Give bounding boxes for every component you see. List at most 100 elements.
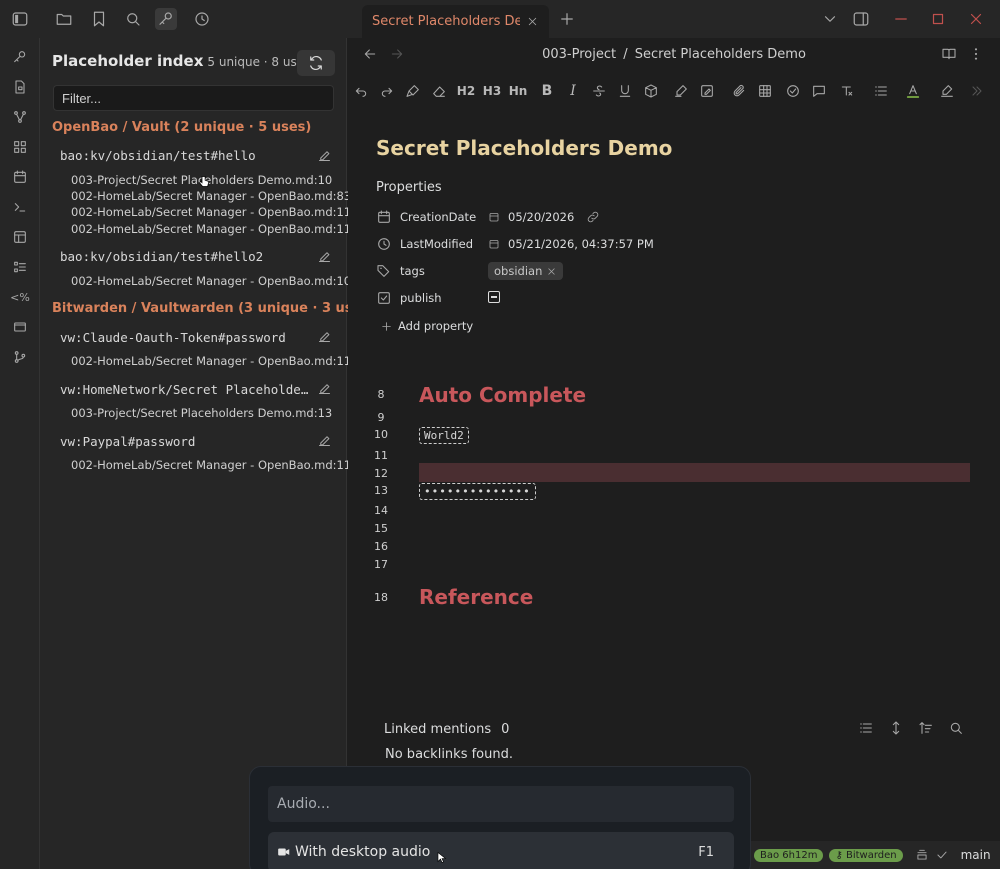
heading2-button[interactable]: H2 [456,82,476,100]
bookmark-icon[interactable] [88,8,110,30]
refresh-button[interactable] [297,50,335,76]
background-color-icon[interactable] [938,82,956,100]
property-name[interactable]: tags [400,264,488,278]
edit-icon[interactable] [317,249,333,265]
add-property-button[interactable]: Add property [380,315,473,337]
sidebar-toggle-icon[interactable] [9,8,31,30]
close-window-icon[interactable] [965,8,987,30]
filter-input[interactable] [53,85,334,111]
group-header-bitwarden[interactable]: Bitwarden / Vaultwarden (3 unique · 3 us… [52,301,375,316]
heading-auto-complete[interactable]: Auto Complete [419,383,586,407]
document-title[interactable]: Secret Placeholders Demo [376,136,672,160]
edit-icon[interactable] [317,148,333,164]
property-value[interactable]: obsidian [488,262,564,280]
table-icon[interactable] [756,82,774,100]
right-sidebar-toggle-icon[interactable] [850,8,872,30]
breadcrumb-folder[interactable]: 003-Project [542,47,616,62]
list-checks-icon[interactable] [0,252,40,282]
layout-icon[interactable] [0,222,40,252]
key-icon[interactable] [155,8,177,30]
cube-icon[interactable] [642,82,660,100]
usage-link[interactable]: 003-Project/Secret Placeholders Demo.md:… [71,406,332,420]
list-view-icon[interactable] [858,720,876,738]
chevron-down-icon[interactable] [819,8,841,30]
git-branch[interactable]: main [961,848,991,862]
italic-button[interactable]: I [564,82,582,100]
usage-link[interactable]: 002-HomeLab/Secret Manager - OpenBao.md:… [71,274,358,288]
tab-secret-placeholders-demo[interactable]: Secret Placeholders Demo [362,5,549,38]
folder-icon[interactable] [53,8,75,30]
usage-link[interactable]: 002-HomeLab/Secret Manager - OpenBao.md:… [71,458,358,472]
bold-button[interactable]: B [538,82,556,100]
heading-reference[interactable]: Reference [419,585,533,609]
font-color-icon[interactable] [904,82,922,100]
redo-icon[interactable] [378,82,396,100]
placeholder-key[interactable]: bao:kv/obsidian/test#hello2 [60,249,315,264]
placeholder-key[interactable]: vw:Paypal#password [60,434,315,449]
comment-icon[interactable] [810,82,828,100]
publish-checkbox[interactable] [488,291,500,303]
search-icon[interactable] [122,8,144,30]
desktop-audio-option[interactable]: With desktop audio F1 [268,832,734,869]
graph-icon[interactable] [0,102,40,132]
breadcrumb-file[interactable]: Secret Placeholders Demo [635,47,806,62]
key-ribbon-icon[interactable] [0,42,40,72]
masked-placeholder-widget[interactable]: •••••••••••••• [419,483,536,500]
placeholder-widget[interactable]: World2 [419,427,469,444]
text-format-icon[interactable] [838,82,856,100]
template-icon[interactable]: <% [0,282,40,312]
file-lock-icon[interactable] [0,72,40,102]
history-icon[interactable] [191,8,213,30]
checklist-icon[interactable] [784,82,802,100]
reading-view-icon[interactable] [941,46,957,62]
maximize-icon[interactable] [927,8,949,30]
attachment-icon[interactable] [730,82,748,100]
slides-icon[interactable] [0,312,40,342]
stack-icon[interactable] [915,848,929,862]
placeholder-key[interactable]: vw:Claude-Oauth-Token#password [60,330,315,345]
tag-pill[interactable]: obsidian [488,262,564,280]
group-header-openbao[interactable]: OpenBao / Vault (2 unique · 5 uses) [52,120,311,135]
heading3-button[interactable]: H3 [482,82,502,100]
property-name[interactable]: publish [400,291,488,305]
audio-search-input[interactable]: Audio... [268,786,734,822]
git-icon[interactable] [0,342,40,372]
close-tab-icon[interactable] [526,15,539,28]
grid-icon[interactable] [0,132,40,162]
property-value[interactable]: 05/21/2026, 04:37:57 PM [488,237,654,251]
more-options-icon[interactable] [968,46,984,62]
usage-link[interactable]: 002-HomeLab/Secret Manager - OpenBao.md:… [71,189,351,203]
minimize-icon[interactable] [890,8,912,30]
eraser-icon[interactable] [430,82,448,100]
search-icon[interactable] [948,720,966,738]
property-name[interactable]: CreationDate [400,210,488,224]
openbao-status-badge[interactable]: Bao 6h12m [754,848,824,862]
usage-link[interactable]: 002-HomeLab/Secret Manager - OpenBao.md:… [71,354,358,368]
property-name[interactable]: LastModified [400,237,488,251]
highlighter-icon[interactable] [672,82,690,100]
check-icon[interactable] [935,848,949,862]
expand-vertical-icon[interactable] [888,720,906,738]
chevrons-right-icon[interactable] [968,82,986,100]
new-tab-icon[interactable] [556,8,578,30]
placeholder-key[interactable]: bao:kv/obsidian/test#hello [60,148,315,163]
bitwarden-status-badge[interactable]: ⚷ Bitwarden [829,848,903,862]
sort-icon[interactable] [918,720,936,738]
edit-icon[interactable] [317,381,333,397]
edit-note-icon[interactable] [698,82,716,100]
heading-n-button[interactable]: Hn [508,82,528,100]
underline-icon[interactable] [616,82,634,100]
edit-icon[interactable] [317,433,333,449]
calendar-icon[interactable] [0,162,40,192]
usage-link[interactable]: 002-HomeLab/Secret Manager - OpenBao.md:… [71,205,358,219]
strikethrough-icon[interactable] [590,82,608,100]
edit-icon[interactable] [317,329,333,345]
undo-icon[interactable] [352,82,370,100]
usage-link[interactable]: 002-HomeLab/Secret Manager - OpenBao.md:… [71,222,358,236]
linked-mentions-header[interactable]: Linked mentions 0 [384,722,509,737]
bullet-list-icon[interactable] [872,82,890,100]
property-value[interactable]: 05/20/2026 [488,210,600,224]
terminal-icon[interactable] [0,192,40,222]
format-painter-icon[interactable] [404,82,422,100]
placeholder-key[interactable]: vw:HomeNetwork/Secret Placeholders… [60,382,315,397]
